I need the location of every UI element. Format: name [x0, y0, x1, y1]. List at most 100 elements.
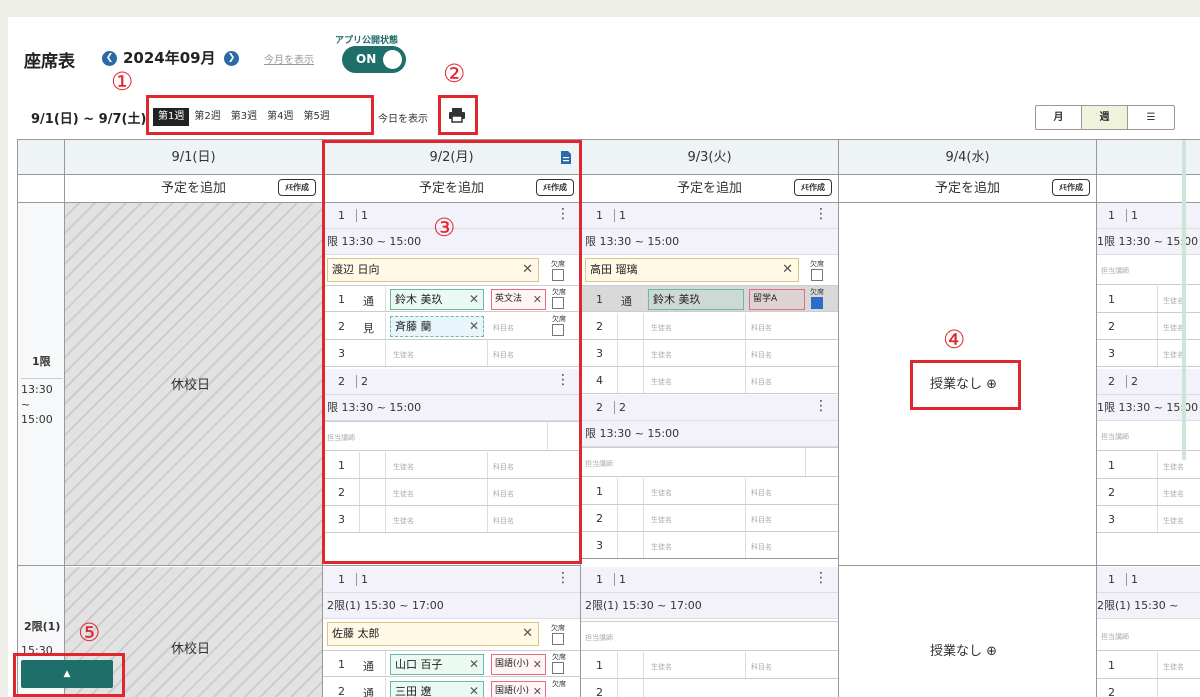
teacher-placeholder[interactable]: 担当講師 — [585, 459, 613, 469]
absence-checkbox-checked[interactable] — [811, 297, 823, 309]
clear-student-icon[interactable]: ✕ — [469, 317, 479, 336]
absence-checkbox[interactable] — [552, 269, 564, 281]
subject-placeholder[interactable]: 科目名 — [751, 350, 772, 360]
subject-field[interactable]: 国語(小) ✕ — [491, 681, 546, 697]
week-tab-4[interactable]: 第4週 — [262, 108, 298, 126]
clear-student-icon[interactable]: ✕ — [469, 290, 479, 309]
absence-checkbox[interactable] — [552, 324, 564, 336]
student-field[interactable]: 鈴木 美玖 ✕ — [390, 289, 484, 310]
seat-row: 3 生徒名 科目名 — [581, 532, 838, 559]
student-placeholder[interactable]: 生徒名 — [651, 515, 672, 525]
add-schedule-cell[interactable]: 予定を追加 ﾒﾓ作成 — [323, 175, 580, 203]
teacher-placeholder[interactable]: 担当講師 — [1101, 266, 1129, 276]
show-today-link[interactable]: 今日を表示 — [378, 110, 428, 125]
student-placeholder[interactable]: 生徒名 — [393, 462, 414, 472]
student-field[interactable]: 山口 百子 ✕ — [390, 654, 484, 675]
add-schedule-cell[interactable]: 予定を追加 ﾒﾓ作成 — [65, 175, 322, 203]
subject-placeholder[interactable]: 科目名 — [493, 516, 514, 526]
subject-placeholder[interactable]: 科目名 — [751, 488, 772, 498]
absence-checkbox[interactable] — [811, 269, 823, 281]
subject-placeholder[interactable]: 科目名 — [751, 662, 772, 672]
document-icon[interactable] — [560, 151, 572, 164]
more-menu-icon[interactable]: ⋮ — [556, 570, 570, 586]
teacher-placeholder[interactable]: 担当講師 — [1101, 432, 1129, 442]
student-placeholder[interactable]: 生徒名 — [393, 489, 414, 499]
student-placeholder[interactable]: 生徒名 — [651, 377, 672, 387]
clear-teacher-icon[interactable]: ✕ — [782, 259, 793, 281]
week-tab-1[interactable]: 第1週 — [153, 108, 190, 126]
vertical-scrollbar[interactable] — [1182, 140, 1186, 460]
absence-checkbox[interactable] — [552, 662, 564, 674]
add-schedule-cell[interactable]: 予定を追加 ﾒﾓ作成 — [839, 175, 1096, 203]
subject-placeholder[interactable]: 科目名 — [493, 350, 514, 360]
next-month-button[interactable]: ❯ — [224, 51, 239, 66]
prev-month-button[interactable]: ❮ — [102, 51, 117, 66]
subject-placeholder[interactable]: 科目名 — [493, 489, 514, 499]
subject-field[interactable]: 国語(小) ✕ — [491, 654, 546, 675]
student-placeholder[interactable]: 生徒名 — [1163, 323, 1184, 333]
clear-student-icon[interactable]: ✕ — [469, 655, 479, 674]
student-field[interactable]: 斉藤 蘭 ✕ — [390, 316, 484, 337]
student-placeholder[interactable]: 生徒名 — [1163, 662, 1184, 672]
clear-teacher-icon[interactable]: ✕ — [522, 623, 533, 645]
clear-subject-icon[interactable]: ✕ — [533, 682, 542, 697]
student-placeholder[interactable]: 生徒名 — [1163, 296, 1184, 306]
subject-placeholder[interactable]: 科目名 — [751, 515, 772, 525]
memo-button[interactable]: ﾒﾓ作成 — [1052, 179, 1090, 196]
absence-checkbox[interactable] — [552, 297, 564, 309]
student-field[interactable]: 鈴木 美玖 — [648, 289, 744, 310]
subject-field[interactable]: 英文法 ✕ — [491, 289, 546, 310]
clear-teacher-icon[interactable]: ✕ — [522, 259, 533, 281]
memo-button[interactable]: ﾒﾓ作成 — [278, 179, 316, 196]
subject-field[interactable]: 留学A — [749, 289, 805, 310]
add-schedule-cell[interactable]: 予定を追加 ﾒﾓ作成 — [581, 175, 838, 203]
subject-placeholder[interactable]: 科目名 — [751, 542, 772, 552]
no-lesson-add-button[interactable]: 授業なし ⊕ — [930, 373, 997, 392]
memo-button[interactable]: ﾒﾓ作成 — [794, 179, 832, 196]
student-placeholder[interactable]: 生徒名 — [651, 542, 672, 552]
scroll-to-top-button[interactable]: ▲ — [21, 660, 113, 688]
student-placeholder[interactable]: 生徒名 — [651, 350, 672, 360]
publish-toggle[interactable]: ON — [342, 46, 406, 73]
more-menu-icon[interactable]: ⋮ — [814, 570, 828, 586]
more-menu-icon[interactable]: ⋮ — [814, 206, 828, 222]
week-tab-5[interactable]: 第5週 — [299, 108, 335, 126]
student-placeholder[interactable]: 生徒名 — [1163, 462, 1184, 472]
subject-placeholder[interactable]: 科目名 — [493, 462, 514, 472]
student-field[interactable]: 三田 遼 ✕ — [390, 681, 484, 697]
teacher-field[interactable]: 渡辺 日向 ✕ — [327, 258, 539, 282]
teacher-placeholder[interactable]: 担当講師 — [327, 433, 355, 443]
view-list-button[interactable]: ☰ — [1128, 106, 1174, 129]
memo-button[interactable]: ﾒﾓ作成 — [536, 179, 574, 196]
teacher-field[interactable]: 高田 瑠璃 ✕ — [585, 258, 799, 282]
clear-subject-icon[interactable]: ✕ — [533, 655, 542, 674]
seat-number: 1 — [1108, 459, 1115, 472]
view-month-button[interactable]: 月 — [1036, 106, 1082, 129]
student-placeholder[interactable]: 生徒名 — [1163, 350, 1184, 360]
student-placeholder[interactable]: 生徒名 — [393, 350, 414, 360]
no-lesson-add-button[interactable]: 授業なし ⊕ — [930, 640, 997, 659]
teacher-placeholder[interactable]: 担当講師 — [585, 633, 613, 643]
student-placeholder[interactable]: 生徒名 — [651, 662, 672, 672]
print-icon[interactable] — [448, 105, 466, 125]
view-week-button[interactable]: 週 — [1082, 106, 1128, 129]
student-placeholder[interactable]: 生徒名 — [1163, 516, 1184, 526]
teacher-field[interactable]: 佐藤 太郎 ✕ — [327, 622, 539, 646]
show-this-month-link[interactable]: 今月を表示 — [264, 51, 314, 66]
subject-placeholder[interactable]: 科目名 — [751, 323, 772, 333]
clear-subject-icon[interactable]: ✕ — [533, 290, 542, 309]
absence-checkbox[interactable] — [552, 633, 564, 645]
student-placeholder[interactable]: 生徒名 — [1163, 489, 1184, 499]
student-placeholder[interactable]: 生徒名 — [651, 488, 672, 498]
teacher-placeholder[interactable]: 担当講師 — [1101, 632, 1129, 642]
week-tab-3[interactable]: 第3週 — [226, 108, 262, 126]
clear-student-icon[interactable]: ✕ — [469, 682, 479, 697]
week-tab-2[interactable]: 第2週 — [189, 108, 225, 126]
subject-placeholder[interactable]: 科目名 — [751, 377, 772, 387]
more-menu-icon[interactable]: ⋮ — [814, 398, 828, 414]
student-placeholder[interactable]: 生徒名 — [393, 516, 414, 526]
more-menu-icon[interactable]: ⋮ — [556, 206, 570, 222]
more-menu-icon[interactable]: ⋮ — [556, 372, 570, 388]
subject-placeholder[interactable]: 科目名 — [493, 323, 514, 333]
student-placeholder[interactable]: 生徒名 — [651, 323, 672, 333]
